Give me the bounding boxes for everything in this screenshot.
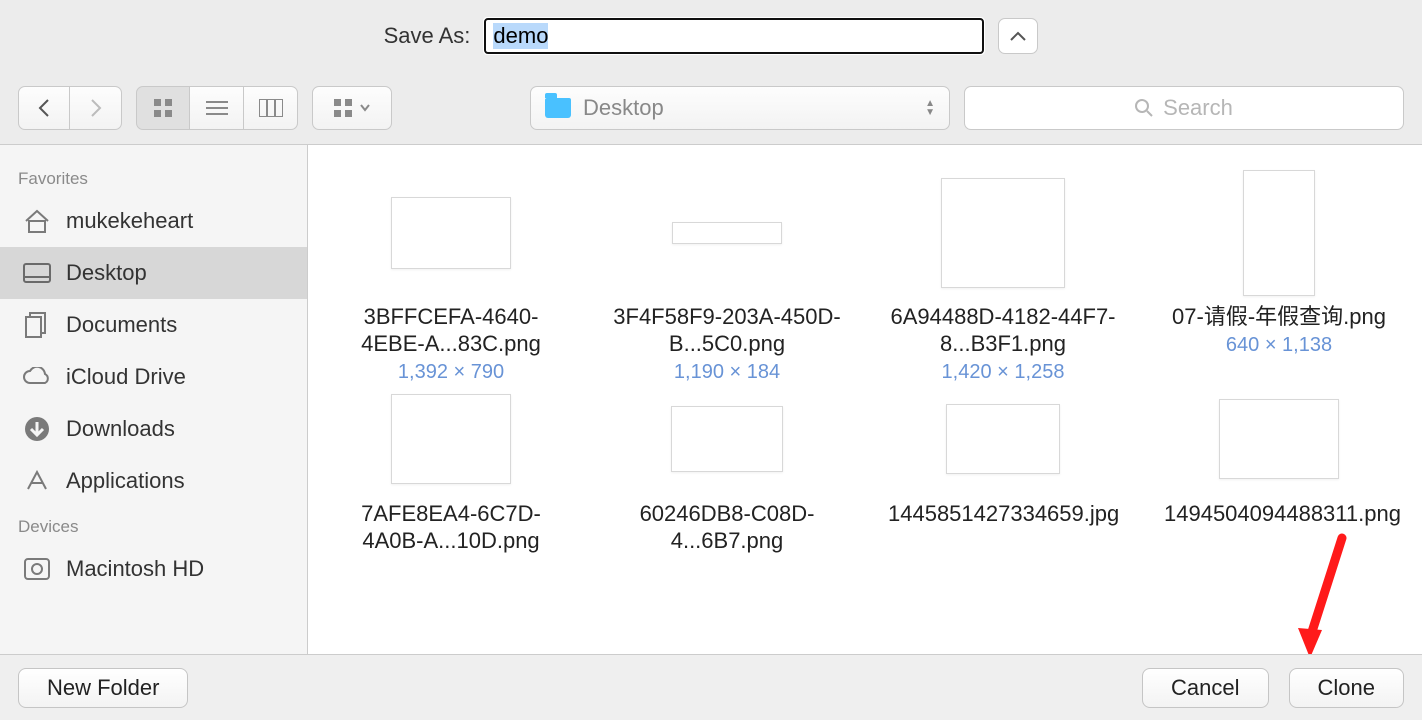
sidebar-item-documents[interactable]: Documents: [0, 299, 307, 351]
location-select[interactable]: Desktop ▲▼: [530, 86, 950, 130]
toolbar: Desktop ▲▼ Search: [0, 72, 1422, 144]
back-button[interactable]: [18, 86, 70, 130]
file-name: 1494504094488311.png: [1164, 500, 1394, 527]
search-placeholder: Search: [1163, 95, 1233, 121]
save-as-bar: Save As:: [0, 0, 1422, 72]
documents-icon: [22, 312, 52, 338]
save-as-label: Save As:: [384, 23, 471, 49]
file-dimensions: 1,420 × 1,258: [942, 361, 1065, 384]
file-item[interactable]: 60246DB8-C08D-4...6B7.png: [594, 384, 860, 554]
updown-icon: ▲▼: [925, 99, 935, 117]
sidebar-item-desktop[interactable]: Desktop: [0, 247, 307, 299]
folder-icon: [545, 98, 571, 118]
file-name: 3F4F58F9-203A-450D-B...5C0.png: [612, 303, 842, 357]
file-dimensions: 1,190 × 184: [674, 361, 780, 384]
home-icon: [22, 208, 52, 234]
file-item[interactable]: 6A94488D-4182-44F7-8...B3F1.png 1,420 × 1…: [870, 163, 1136, 384]
sidebar-item-label: Documents: [66, 312, 177, 338]
apps-icon: [22, 468, 52, 494]
grid-icon: [153, 98, 173, 118]
download-icon: [22, 416, 52, 442]
file-name: 6A94488D-4182-44F7-8...B3F1.png: [888, 303, 1118, 357]
clone-button[interactable]: Clone: [1289, 668, 1404, 708]
disk-icon: [22, 556, 52, 582]
columns-icon: [259, 99, 283, 117]
sidebar-item-label: iCloud Drive: [66, 364, 186, 390]
list-view-button[interactable]: [190, 86, 244, 130]
file-thumbnail: [1219, 399, 1339, 479]
sidebar-item-label: Macintosh HD: [66, 556, 204, 582]
file-thumbnail: [946, 404, 1060, 474]
file-thumbnail: [941, 178, 1065, 288]
cloud-icon: [22, 364, 52, 390]
sidebar-header-favorites: Favorites: [0, 159, 307, 195]
file-thumbnail: [672, 222, 782, 244]
file-item[interactable]: 3F4F58F9-203A-450D-B...5C0.png 1,190 × 18…: [594, 163, 860, 384]
file-dimensions: 640 × 1,138: [1226, 334, 1332, 357]
sidebar-item-icloud[interactable]: iCloud Drive: [0, 351, 307, 403]
arrange-group: [312, 86, 392, 130]
file-name: 07-请假-年假查询.png: [1172, 303, 1386, 330]
sidebar-header-devices: Devices: [0, 507, 307, 543]
forward-button[interactable]: [70, 86, 122, 130]
sidebar: Favorites mukekeheart Desktop Documents …: [0, 145, 308, 654]
sidebar-item-downloads[interactable]: Downloads: [0, 403, 307, 455]
chevron-up-icon: [1010, 31, 1026, 41]
cancel-button[interactable]: Cancel: [1142, 668, 1268, 708]
file-item[interactable]: 1445851427334659.jpg: [870, 384, 1136, 554]
file-item[interactable]: 3BFFCEFA-4640-4EBE-A...83C.png 1,392 × 79…: [318, 163, 584, 384]
view-mode-group: [136, 86, 298, 130]
file-item[interactable]: 07-请假-年假查询.png 640 × 1,138: [1146, 163, 1412, 384]
chevron-right-icon: [90, 99, 102, 117]
search-icon: [1135, 99, 1153, 117]
expand-button[interactable]: [998, 18, 1038, 54]
nav-back-forward: [18, 86, 122, 130]
sidebar-item-label: mukekeheart: [66, 208, 193, 234]
column-view-button[interactable]: [244, 86, 298, 130]
icon-view-button[interactable]: [136, 86, 190, 130]
location-label: Desktop: [583, 95, 664, 121]
file-thumbnail: [391, 197, 511, 269]
save-as-input[interactable]: [484, 18, 984, 54]
list-icon: [206, 100, 228, 116]
chevron-down-icon: [360, 104, 370, 112]
arrange-button[interactable]: [312, 86, 392, 130]
file-dimensions: 1,392 × 790: [398, 361, 504, 384]
file-name: 7AFE8EA4-6C7D-4A0B-A...10D.png: [336, 500, 566, 554]
file-name: 60246DB8-C08D-4...6B7.png: [612, 500, 842, 554]
file-item[interactable]: 1494504094488311.png: [1146, 384, 1412, 554]
desktop-icon: [22, 260, 52, 286]
file-thumbnail: [391, 394, 511, 484]
arrange-icon: [334, 99, 354, 117]
sidebar-item-label: Applications: [66, 468, 185, 494]
file-thumbnail: [1243, 170, 1315, 296]
file-browser: 3BFFCEFA-4640-4EBE-A...83C.png 1,392 × 79…: [308, 145, 1422, 654]
sidebar-item-label: Downloads: [66, 416, 175, 442]
file-name: 1445851427334659.jpg: [888, 500, 1118, 527]
new-folder-button[interactable]: New Folder: [18, 668, 188, 708]
sidebar-item-home[interactable]: mukekeheart: [0, 195, 307, 247]
chevron-left-icon: [38, 99, 50, 117]
sidebar-item-label: Desktop: [66, 260, 147, 286]
search-field[interactable]: Search: [964, 86, 1404, 130]
footer: New Folder Cancel Clone: [0, 654, 1422, 720]
main-area: Favorites mukekeheart Desktop Documents …: [0, 144, 1422, 654]
file-item[interactable]: 7AFE8EA4-6C7D-4A0B-A...10D.png: [318, 384, 584, 554]
sidebar-item-macintosh-hd[interactable]: Macintosh HD: [0, 543, 307, 595]
sidebar-item-applications[interactable]: Applications: [0, 455, 307, 507]
file-name: 3BFFCEFA-4640-4EBE-A...83C.png: [336, 303, 566, 357]
file-thumbnail: [671, 406, 783, 472]
